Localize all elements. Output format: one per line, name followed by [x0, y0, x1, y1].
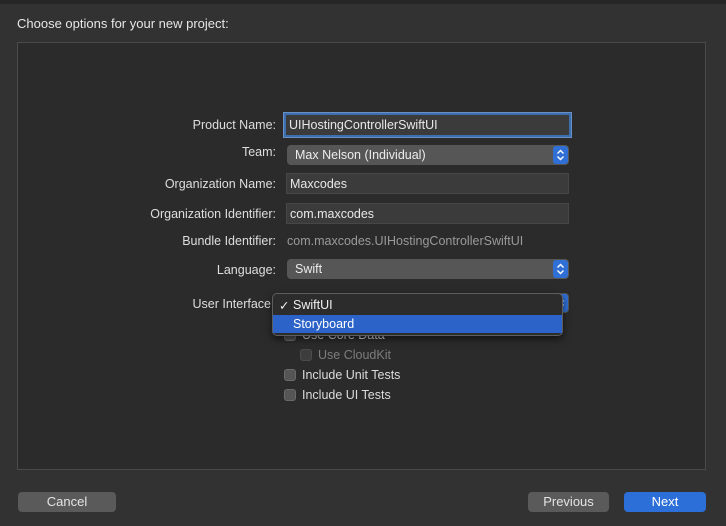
menu-item-swiftui[interactable]: ✓ SwiftUI: [273, 296, 562, 314]
checkbox-label: Include Unit Tests: [302, 368, 401, 382]
team-label: Team:: [241, 145, 276, 159]
organization-identifier-label: Organization Identifier:: [150, 207, 276, 221]
checkmark-icon: ✓: [279, 299, 290, 313]
organization-identifier-field[interactable]: [286, 203, 569, 224]
window-top-edge: [0, 0, 726, 4]
menu-item-label: SwiftUI: [293, 298, 333, 312]
previous-button[interactable]: Previous: [528, 492, 609, 512]
checkbox-box: [284, 389, 296, 401]
language-popup-value: Swift: [295, 262, 323, 276]
language-popup[interactable]: Swift: [287, 259, 569, 279]
menu-item-storyboard[interactable]: Storyboard: [273, 315, 562, 333]
checkbox-label: Use CloudKit: [318, 348, 391, 362]
options-panel: [17, 42, 706, 470]
menu-item-label: Storyboard: [293, 317, 355, 331]
checkbox-label: Include UI Tests: [302, 388, 391, 402]
page-title: Choose options for your new project:: [17, 16, 229, 31]
user-interface-label: User Interface: [192, 297, 271, 311]
organization-name-field[interactable]: [286, 173, 569, 194]
product-name-field[interactable]: [284, 113, 571, 137]
team-popup-value: Max Nelson (Individual): [295, 148, 426, 162]
up-down-arrows-icon: [553, 260, 568, 278]
cancel-button[interactable]: Cancel: [18, 492, 116, 512]
up-down-arrows-icon: [553, 146, 568, 164]
bundle-identifier-value: com.maxcodes.UIHostingControllerSwiftUI: [287, 234, 524, 248]
organization-name-label: Organization Name:: [164, 177, 276, 191]
checkbox-box: [284, 369, 296, 381]
team-popup[interactable]: Max Nelson (Individual): [287, 145, 569, 165]
next-button[interactable]: Next: [624, 492, 706, 512]
bundle-identifier-label: Bundle Identifier:: [182, 234, 276, 248]
checkbox-box: [300, 349, 312, 361]
language-label: Language:: [216, 263, 276, 277]
product-name-label: Product Name:: [192, 118, 276, 132]
user-interface-menu: ✓ SwiftUI Storyboard: [272, 293, 563, 336]
